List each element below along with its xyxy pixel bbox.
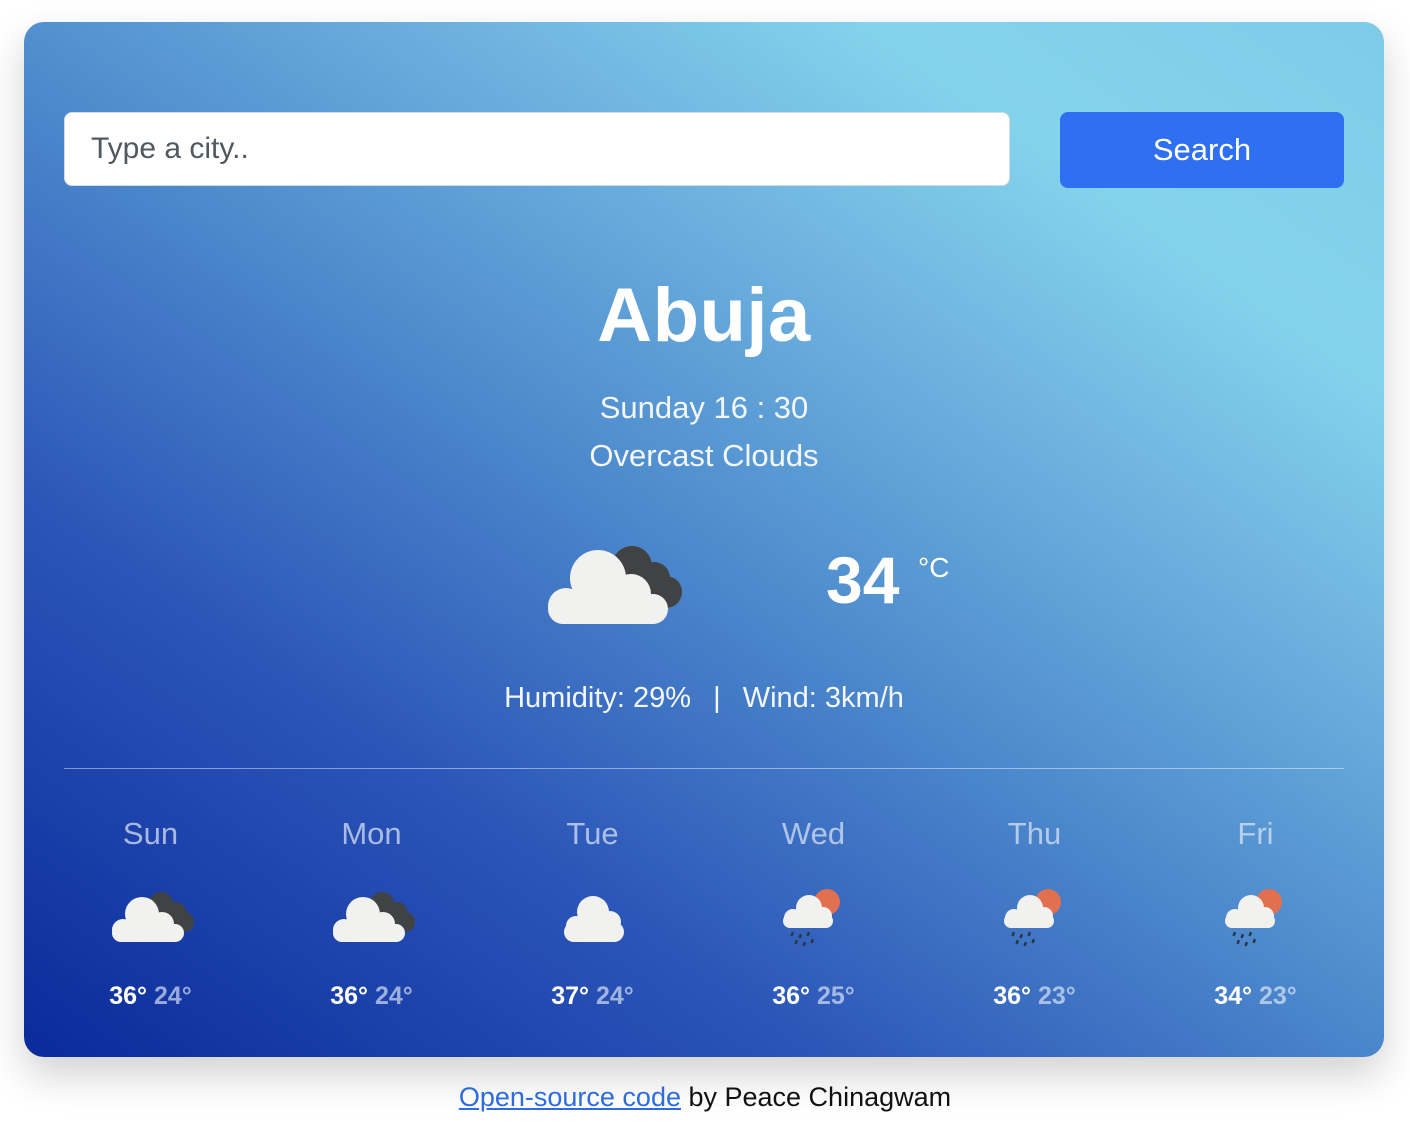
temperature-unit: °C xyxy=(918,552,950,583)
city-name: Abuja xyxy=(597,273,811,358)
broken-clouds-icon xyxy=(333,892,415,942)
rain-sun-icon xyxy=(1225,889,1282,947)
open-source-link[interactable]: Open-source code xyxy=(459,1082,681,1112)
forecast-day-name: Thu xyxy=(1007,816,1062,851)
forecast-day: Mon 36° 24° xyxy=(261,812,482,1032)
current-temperature: 34 xyxy=(826,543,900,617)
city-search-input[interactable] xyxy=(64,112,1010,186)
forecast-min: 24° xyxy=(153,982,192,1010)
broken-clouds-icon xyxy=(112,892,194,942)
footer: Open-source code by Peace Chinagwam xyxy=(0,1082,1410,1113)
overcast-clouds-icon xyxy=(548,546,682,624)
forecast-day: Wed 36° 25° xyxy=(703,812,924,1032)
forecast-temps: 36° 25° xyxy=(703,982,924,1011)
weather-card: Search Abuja Sunday 16 : 30 Overcast Clo… xyxy=(24,22,1384,1057)
forecast-day: Tue 37° 24° xyxy=(482,812,703,1032)
forecast-min: 24° xyxy=(374,982,413,1010)
divider xyxy=(64,768,1344,769)
rain-sun-icon xyxy=(783,889,840,947)
forecast-max: 36° xyxy=(330,982,369,1010)
forecast-day-name: Mon xyxy=(341,816,402,851)
weather-description: Overcast Clouds xyxy=(589,438,819,473)
forecast-day: Sun 36° 24° xyxy=(40,812,261,1032)
forecast-temps: 36° 23° xyxy=(924,982,1145,1011)
weather-details: Humidity: 29% | Wind: 3km/h xyxy=(24,682,1384,715)
forecast-day-name: Tue xyxy=(566,816,619,851)
current-datetime: Sunday 16 : 30 xyxy=(599,390,809,425)
forecast-temps: 34° 23° xyxy=(1145,982,1366,1011)
forecast-max: 37° xyxy=(551,982,590,1010)
details-separator: | xyxy=(713,682,721,714)
forecast-day: Fri 34° 23° xyxy=(1145,812,1366,1032)
forecast-day-name: Sun xyxy=(122,816,179,851)
forecast-day-name: Fri xyxy=(1237,816,1274,851)
forecast-temps: 37° 24° xyxy=(482,982,703,1011)
forecast-min: 23° xyxy=(1037,982,1076,1010)
forecast-temps: 36° 24° xyxy=(261,982,482,1011)
forecast-min: 25° xyxy=(816,982,855,1010)
forecast-max: 36° xyxy=(772,982,811,1010)
search-form: Search xyxy=(64,112,1344,188)
forecast-day-name: Wed xyxy=(781,816,846,851)
forecast-max: 36° xyxy=(993,982,1032,1010)
wind-value: Wind: 3km/h xyxy=(742,682,904,714)
forecast-min: 24° xyxy=(595,982,634,1010)
footer-credit: by Peace Chinagwam xyxy=(680,1082,952,1112)
forecast-min: 23° xyxy=(1258,982,1297,1010)
forecast-max: 34° xyxy=(1214,982,1253,1010)
humidity-value: Humidity: 29% xyxy=(504,682,692,714)
search-button[interactable]: Search xyxy=(1060,112,1344,188)
forecast-temps: 36° 24° xyxy=(40,982,261,1011)
forecast-max: 36° xyxy=(109,982,148,1010)
cloud-icon xyxy=(564,896,624,942)
forecast-day: Thu 36° 23° xyxy=(924,812,1145,1032)
forecast-list: Sun 36° 24° Mon 36° 24° Tue 37° 24° Wed … xyxy=(40,812,1368,1032)
rain-sun-icon xyxy=(1004,889,1061,947)
